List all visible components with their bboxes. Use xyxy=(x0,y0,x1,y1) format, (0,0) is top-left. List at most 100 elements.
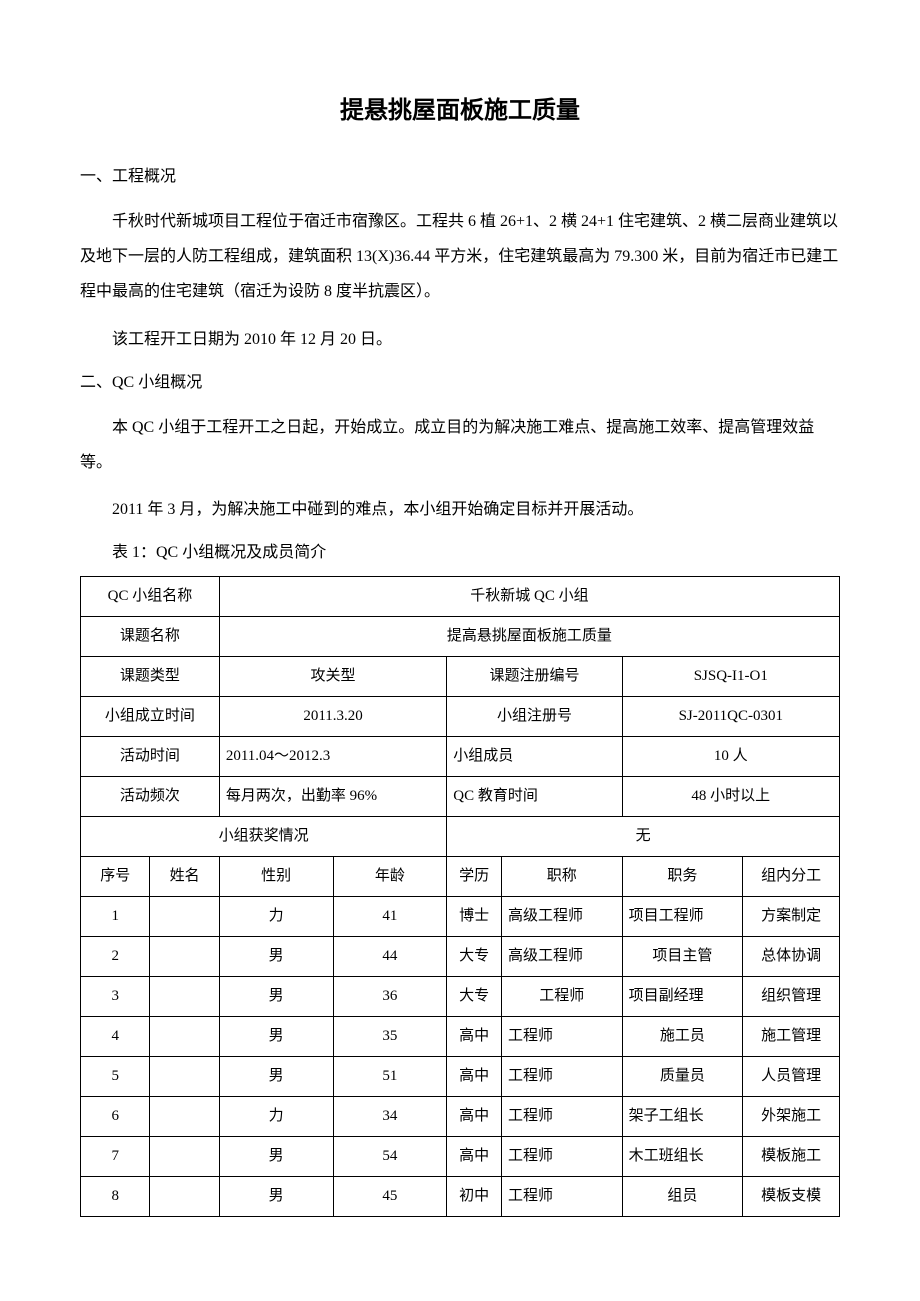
group-members-value: 10 人 xyxy=(622,736,839,776)
cell-duty: 模板支模 xyxy=(743,1176,840,1216)
cell-title: 工程师 xyxy=(502,1016,623,1056)
table-row: QC 小组名称 千秋新城 QC 小组 xyxy=(81,576,840,616)
cell-role: 项目副经理 xyxy=(622,976,743,1016)
group-reg-no-label: 小组注册号 xyxy=(447,696,622,736)
cell-title: 工程师 xyxy=(502,1056,623,1096)
table-row: 课题名称 提高悬挑屋面板施工质量 xyxy=(81,616,840,656)
table-row: 6 力 34 高中 工程师 架子工组长 外架施工 xyxy=(81,1096,840,1136)
cell-role: 项目主管 xyxy=(622,936,743,976)
group-name-label: QC 小组名称 xyxy=(81,576,220,616)
cell-role: 木工班组长 xyxy=(622,1136,743,1176)
qc-edu-time-value: 48 小时以上 xyxy=(622,776,839,816)
cell-edu: 大专 xyxy=(447,976,502,1016)
group-name-value: 千秋新城 QC 小组 xyxy=(219,576,839,616)
cell-name xyxy=(150,936,219,976)
table-row: 小组获奖情况 无 xyxy=(81,816,840,856)
cell-name xyxy=(150,1056,219,1096)
header-name: 姓名 xyxy=(150,856,219,896)
paragraph-4: 2011 年 3 月，为解决施工中碰到的难点，本小组开始确定目标并开展活动。 xyxy=(80,492,840,527)
cell-gender: 男 xyxy=(219,976,333,1016)
cell-name xyxy=(150,896,219,936)
cell-title: 工程师 xyxy=(502,1136,623,1176)
cell-role: 架子工组长 xyxy=(622,1096,743,1136)
establish-time-label: 小组成立时间 xyxy=(81,696,220,736)
group-members-label: 小组成员 xyxy=(447,736,622,776)
activity-time-label: 活动时间 xyxy=(81,736,220,776)
cell-title: 工程师 xyxy=(502,976,623,1016)
cell-age: 51 xyxy=(333,1056,447,1096)
table-row: 课题类型 攻关型 课题注册编号 SJSQ-I1-O1 xyxy=(81,656,840,696)
header-role: 职务 xyxy=(622,856,743,896)
cell-duty: 组织管理 xyxy=(743,976,840,1016)
cell-title: 工程师 xyxy=(502,1096,623,1136)
cell-duty: 总体协调 xyxy=(743,936,840,976)
cell-seq: 7 xyxy=(81,1136,150,1176)
cell-gender: 力 xyxy=(219,1096,333,1136)
cell-age: 36 xyxy=(333,976,447,1016)
header-gender: 性别 xyxy=(219,856,333,896)
cell-edu: 大专 xyxy=(447,936,502,976)
cell-role: 项目工程师 xyxy=(622,896,743,936)
cell-age: 54 xyxy=(333,1136,447,1176)
cell-name xyxy=(150,976,219,1016)
member-header-row: 序号 姓名 性别 年龄 学历 职称 职务 组内分工 xyxy=(81,856,840,896)
cell-gender: 男 xyxy=(219,1056,333,1096)
cell-edu: 高中 xyxy=(447,1056,502,1096)
cell-edu: 高中 xyxy=(447,1096,502,1136)
header-title: 职称 xyxy=(502,856,623,896)
section-1-heading: 一、工程概况 xyxy=(80,163,840,192)
table-row: 7 男 54 高中 工程师 木工班组长 模板施工 xyxy=(81,1136,840,1176)
paragraph-1: 千秋时代新城项目工程位于宿迁市宿豫区。工程共 6 植 26+1、2 横 24+1… xyxy=(80,204,840,310)
cell-duty: 方案制定 xyxy=(743,896,840,936)
table-caption: 表 1：QC 小组概况及成员简介 xyxy=(80,539,840,568)
cell-seq: 8 xyxy=(81,1176,150,1216)
cell-name xyxy=(150,1016,219,1056)
cell-gender: 男 xyxy=(219,1136,333,1176)
cell-role: 组员 xyxy=(622,1176,743,1216)
cell-duty: 外架施工 xyxy=(743,1096,840,1136)
topic-name-label: 课题名称 xyxy=(81,616,220,656)
paragraph-3: 本 QC 小组于工程开工之日起，开始成立。成立目的为解决施工难点、提高施工效率、… xyxy=(80,410,840,480)
cell-age: 34 xyxy=(333,1096,447,1136)
establish-time-value: 2011.3.20 xyxy=(219,696,446,736)
page-title: 提悬挑屋面板施工质量 xyxy=(80,90,840,133)
cell-gender: 男 xyxy=(219,1016,333,1056)
cell-seq: 2 xyxy=(81,936,150,976)
cell-seq: 5 xyxy=(81,1056,150,1096)
table-row: 1 力 41 博士 高级工程师 项目工程师 方案制定 xyxy=(81,896,840,936)
topic-reg-no-value: SJSQ-I1-O1 xyxy=(622,656,839,696)
header-age: 年龄 xyxy=(333,856,447,896)
cell-seq: 4 xyxy=(81,1016,150,1056)
cell-seq: 3 xyxy=(81,976,150,1016)
cell-role: 施工员 xyxy=(622,1016,743,1056)
cell-name xyxy=(150,1136,219,1176)
cell-title: 高级工程师 xyxy=(502,896,623,936)
table-row: 3 男 36 大专 工程师 项目副经理 组织管理 xyxy=(81,976,840,1016)
table-row: 活动时间 2011.04～2012.3 小组成员 10 人 xyxy=(81,736,840,776)
award-label: 小组获奖情况 xyxy=(81,816,447,856)
cell-name xyxy=(150,1176,219,1216)
cell-gender: 男 xyxy=(219,1176,333,1216)
topic-type-value: 攻关型 xyxy=(219,656,446,696)
cell-edu: 博士 xyxy=(447,896,502,936)
activity-time-value: 2011.04～2012.3 xyxy=(219,736,446,776)
cell-age: 41 xyxy=(333,896,447,936)
award-value: 无 xyxy=(447,816,840,856)
cell-role: 质量员 xyxy=(622,1056,743,1096)
group-reg-no-value: SJ-2011QC-0301 xyxy=(622,696,839,736)
section-2-heading: 二、QC 小组概况 xyxy=(80,369,840,398)
cell-age: 45 xyxy=(333,1176,447,1216)
table-row: 活动频次 每月两次，出勤率 96% QC 教育时间 48 小时以上 xyxy=(81,776,840,816)
paragraph-2: 该工程开工日期为 2010 年 12 月 20 日。 xyxy=(80,322,840,357)
cell-duty: 人员管理 xyxy=(743,1056,840,1096)
table-row: 8 男 45 初中 工程师 组员 模板支模 xyxy=(81,1176,840,1216)
cell-title: 高级工程师 xyxy=(502,936,623,976)
header-duty: 组内分工 xyxy=(743,856,840,896)
topic-name-value: 提高悬挑屋面板施工质量 xyxy=(219,616,839,656)
activity-freq-value: 每月两次，出勤率 96% xyxy=(219,776,446,816)
header-seq: 序号 xyxy=(81,856,150,896)
cell-gender: 男 xyxy=(219,936,333,976)
topic-reg-no-label: 课题注册编号 xyxy=(447,656,622,696)
cell-seq: 1 xyxy=(81,896,150,936)
cell-title: 工程师 xyxy=(502,1176,623,1216)
